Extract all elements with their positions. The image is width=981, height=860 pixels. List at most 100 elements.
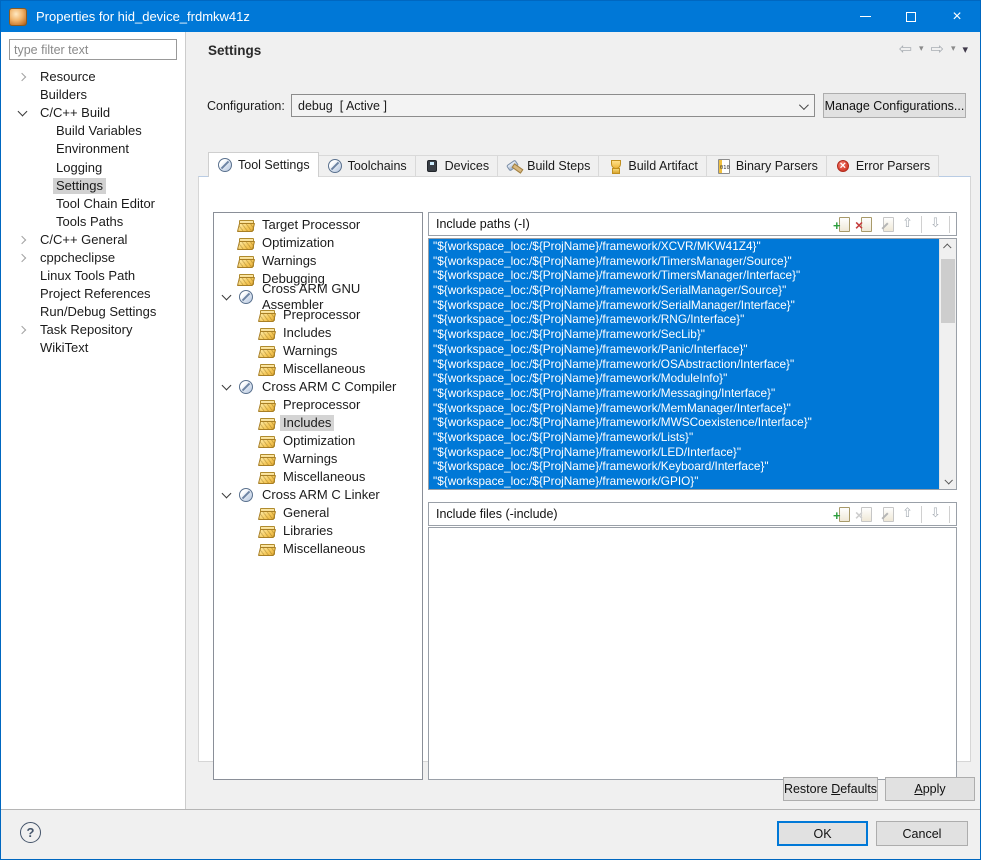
tool-tree-item[interactable]: Libraries xyxy=(214,522,422,540)
tree-expander-icon[interactable] xyxy=(17,237,37,243)
tree-expander-icon[interactable] xyxy=(222,295,238,299)
ok-button[interactable]: OK xyxy=(777,821,868,846)
sidebar-tree-item[interactable]: Tools Paths xyxy=(1,213,185,231)
tool-tree-item[interactable]: Miscellaneous xyxy=(214,468,422,486)
manage-configurations-button[interactable]: Manage Configurations... xyxy=(823,93,966,118)
include-path-item[interactable]: "${workspace_loc:/${ProjName}/framework/… xyxy=(429,386,939,401)
include-path-item[interactable]: "${workspace_loc:/${ProjName}/framework/… xyxy=(429,239,939,254)
scroll-down-icon[interactable] xyxy=(940,473,956,489)
tree-expander-icon[interactable] xyxy=(17,111,37,115)
tool-tree-item[interactable]: Includes xyxy=(214,414,422,432)
tool-tree-item[interactable]: Warnings xyxy=(214,450,422,468)
apply-button[interactable]: Apply xyxy=(885,777,975,801)
sidebar-tree-item[interactable]: cppcheclipse xyxy=(1,249,185,267)
tool-tree-item[interactable]: General xyxy=(214,504,422,522)
include-path-item[interactable]: "${workspace_loc:/${ProjName}/framework/… xyxy=(429,459,939,474)
view-menu-caret-icon[interactable]: ▾ xyxy=(962,43,968,56)
tree-expander-icon[interactable] xyxy=(222,385,238,389)
tab-devices[interactable]: Devices xyxy=(416,155,498,177)
sidebar-tree-item[interactable]: Resource xyxy=(1,68,185,86)
back-arrow-icon[interactable]: ⇦ xyxy=(899,41,912,57)
tool-tree-item-label: Warnings xyxy=(259,253,319,269)
include-path-item[interactable]: "${workspace_loc:/${ProjName}/framework/… xyxy=(429,283,939,298)
include-path-item[interactable]: "${workspace_loc:/${ProjName}/framework/… xyxy=(429,298,939,313)
sidebar-tree-item[interactable]: C/C++ Build xyxy=(1,104,185,122)
tool-tree-item[interactable]: Cross ARM GNU Assembler xyxy=(214,288,422,306)
sidebar-tree-item[interactable]: Task Repository xyxy=(1,321,185,339)
add-icon[interactable] xyxy=(833,506,851,523)
tool-tree-item[interactable]: Target Processor xyxy=(214,216,422,234)
include-path-item[interactable]: "${workspace_loc:/${ProjName}/framework/… xyxy=(429,445,939,460)
tree-expander-icon[interactable] xyxy=(17,255,37,261)
include-files-list[interactable] xyxy=(428,527,957,780)
include-path-item[interactable]: "${workspace_loc:/${ProjName}/framework/… xyxy=(429,430,939,445)
help-icon[interactable]: ? xyxy=(20,822,41,843)
edit-icon[interactable] xyxy=(877,216,895,233)
sidebar-tree-item[interactable]: Linux Tools Path xyxy=(1,267,185,285)
tab-build-steps[interactable]: Build Steps xyxy=(498,155,599,177)
restore-defaults-label-pre: Restore xyxy=(784,782,831,796)
restore-defaults-button[interactable]: Restore Defaults xyxy=(783,777,878,801)
tool-tree-item[interactable]: Optimization xyxy=(214,432,422,450)
minimize-button[interactable] xyxy=(842,1,888,32)
tab-error-parsers[interactable]: Error Parsers xyxy=(827,155,939,177)
sidebar-tree-item[interactable]: WikiText xyxy=(1,339,185,357)
sidebar-tree-item[interactable]: Build Variables xyxy=(1,122,185,140)
vertical-scrollbar[interactable] xyxy=(939,239,956,489)
include-path-item[interactable]: "${workspace_loc:/${ProjName}/framework/… xyxy=(429,254,939,269)
back-history-caret-icon[interactable]: ▾ xyxy=(919,44,924,54)
tool-tree-item[interactable]: Warnings xyxy=(214,342,422,360)
tab-toolchains[interactable]: Toolchains xyxy=(319,155,416,177)
tab-binary-parsers[interactable]: Binary Parsers xyxy=(707,155,827,177)
include-path-item[interactable]: "${workspace_loc:/${ProjName}/framework/… xyxy=(429,371,939,386)
cancel-button[interactable]: Cancel xyxy=(876,821,968,846)
tree-expander-icon[interactable] xyxy=(17,74,37,80)
close-button[interactable]: × xyxy=(934,1,980,32)
move-up-icon[interactable] xyxy=(899,506,922,523)
scroll-up-icon[interactable] xyxy=(940,239,956,255)
sidebar-tree-item[interactable]: Settings xyxy=(1,177,185,195)
scrollbar-thumb[interactable] xyxy=(941,259,955,323)
sidebar-tree-item[interactable]: Tool Chain Editor xyxy=(1,195,185,213)
sidebar-tree-item[interactable]: C/C++ General xyxy=(1,231,185,249)
tab-build-artifact[interactable]: Build Artifact xyxy=(599,155,706,177)
include-paths-title: Include paths (-I) xyxy=(436,217,530,231)
move-down-icon[interactable] xyxy=(927,216,950,233)
forward-arrow-icon[interactable]: ⇨ xyxy=(931,41,944,57)
tool-tree-item[interactable]: Miscellaneous xyxy=(214,360,422,378)
tool-tree-item[interactable]: Optimization xyxy=(214,234,422,252)
include-path-item[interactable]: "${workspace_loc:/${ProjName}/framework/… xyxy=(429,268,939,283)
forward-history-caret-icon[interactable]: ▾ xyxy=(951,44,956,54)
filter-input[interactable] xyxy=(9,39,177,60)
tool-tree-item[interactable]: Warnings xyxy=(214,252,422,270)
sidebar-tree-item[interactable]: Environment xyxy=(1,140,185,158)
tool-tree-item[interactable]: Miscellaneous xyxy=(214,540,422,558)
tool-tree-item[interactable]: Cross ARM C Compiler xyxy=(214,378,422,396)
tool-tree-item[interactable]: Cross ARM C Linker xyxy=(214,486,422,504)
configuration-dropdown[interactable]: debug [ Active ] xyxy=(291,94,815,117)
maximize-button[interactable] xyxy=(888,1,934,32)
include-path-item[interactable]: "${workspace_loc:/${ProjName}/framework/… xyxy=(429,327,939,342)
include-path-item[interactable]: "${workspace_loc:/${ProjName}/framework/… xyxy=(429,342,939,357)
move-up-icon[interactable] xyxy=(899,216,922,233)
tool-tree-item[interactable]: Includes xyxy=(214,324,422,342)
sidebar-tree-item[interactable]: Project References xyxy=(1,285,185,303)
delete-icon[interactable] xyxy=(855,506,873,523)
sidebar-tree-item[interactable]: Builders xyxy=(1,86,185,104)
include-path-item[interactable]: "${workspace_loc:/${ProjName}/framework/… xyxy=(429,357,939,372)
tool-tree-item-label: Preprocessor xyxy=(280,307,363,323)
tree-expander-icon[interactable] xyxy=(17,327,37,333)
include-path-item[interactable]: "${workspace_loc:/${ProjName}/framework/… xyxy=(429,474,939,489)
edit-icon[interactable] xyxy=(877,506,895,523)
add-icon[interactable] xyxy=(833,216,851,233)
sidebar-tree-item[interactable]: Logging xyxy=(1,158,185,176)
include-path-item[interactable]: "${workspace_loc:/${ProjName}/framework/… xyxy=(429,312,939,327)
tool-tree-item[interactable]: Preprocessor xyxy=(214,396,422,414)
tree-expander-icon[interactable] xyxy=(222,493,238,497)
tab-tool-settings[interactable]: Tool Settings xyxy=(208,152,319,177)
include-path-item[interactable]: "${workspace_loc:/${ProjName}/framework/… xyxy=(429,415,939,430)
sidebar-tree-item[interactable]: Run/Debug Settings xyxy=(1,303,185,321)
move-down-icon[interactable] xyxy=(927,506,950,523)
delete-icon[interactable] xyxy=(855,216,873,233)
include-path-item[interactable]: "${workspace_loc:/${ProjName}/framework/… xyxy=(429,401,939,416)
